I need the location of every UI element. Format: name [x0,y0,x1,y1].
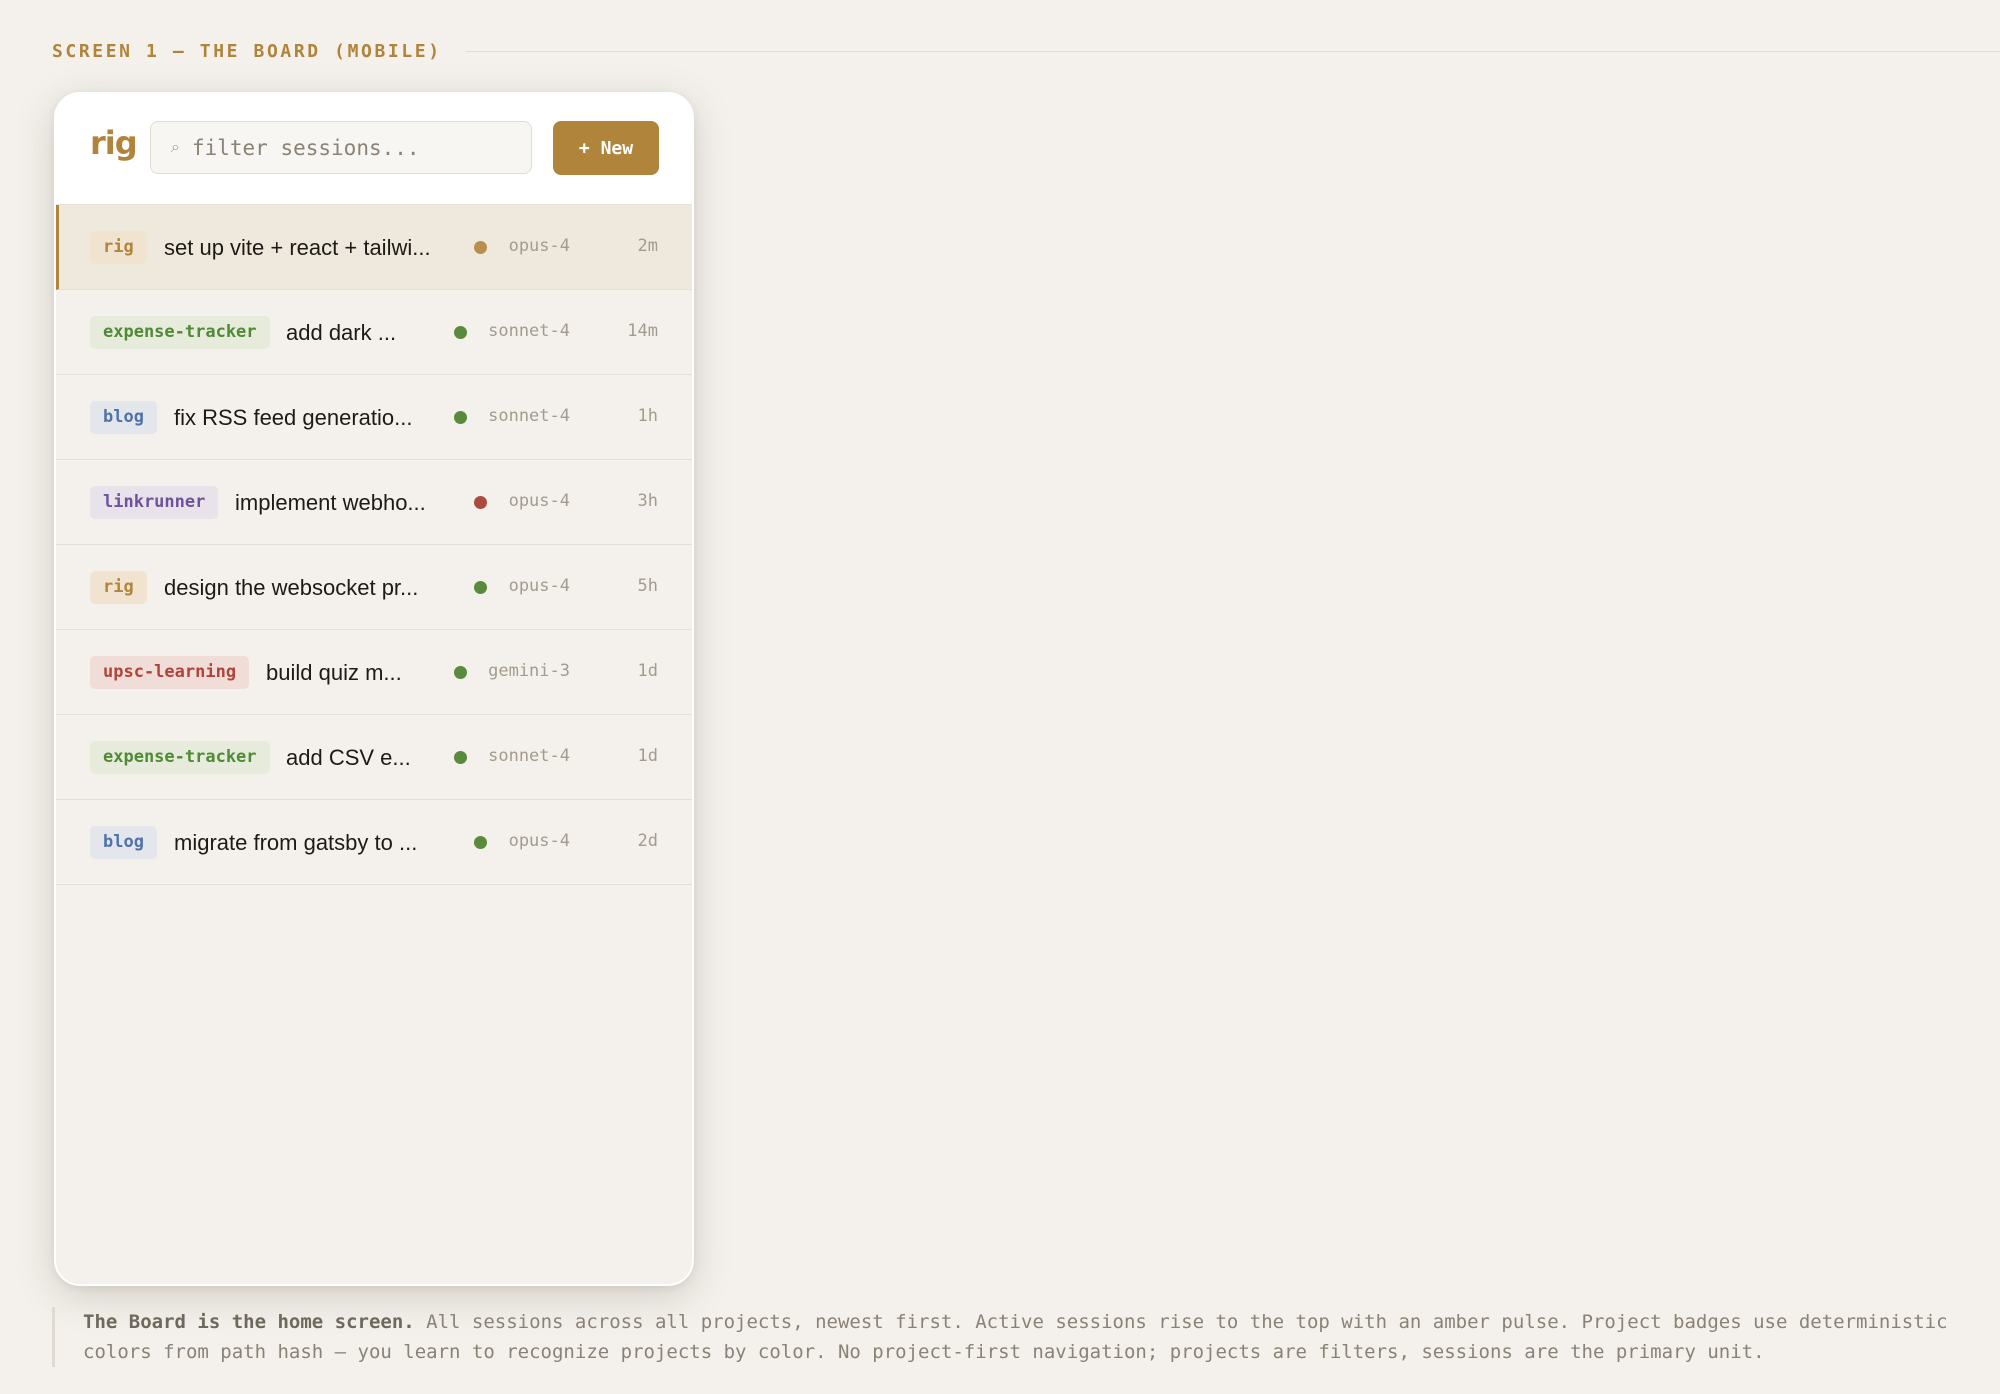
model-name: sonnet-4 [488,406,570,426]
caption-lead: The Board is the home screen. [83,1311,415,1333]
session-row[interactable]: linkrunner implement webho... opus-4 3h [56,460,692,545]
session-row[interactable]: upsc-learning build quiz m... gemini-3 1d [56,630,692,715]
status-dot-icon [454,411,467,424]
header-divider [465,50,2000,52]
session-age: 2d [637,831,658,851]
session-title: build quiz m... [266,660,402,685]
model-name: gemini-3 [488,661,570,681]
search-icon: ⌕ [171,138,180,156]
session-row[interactable]: rig design the websocket pr... opus-4 5h [56,545,692,630]
session-row[interactable]: expense-tracker add dark ... sonnet-4 14m [56,290,692,375]
session-title: migrate from gatsby to ... [174,830,418,855]
status-dot-icon [454,751,467,764]
model-name: sonnet-4 [488,746,570,766]
session-title: implement webho... [235,490,426,515]
session-age: 2m [637,236,658,256]
session-age: 14m [627,321,658,341]
search-input[interactable] [191,135,492,160]
session-age: 1d [637,746,658,766]
project-badge[interactable]: expense-tracker [90,741,270,774]
project-badge[interactable]: rig [90,231,147,264]
project-badge[interactable]: blog [90,401,157,434]
project-badge[interactable]: rig [90,571,147,604]
project-badge[interactable]: blog [90,826,157,859]
status-dot-icon [454,666,467,679]
session-row[interactable]: expense-tracker add CSV e... sonnet-4 1d [56,715,692,800]
status-dot-icon [474,836,487,849]
session-row[interactable]: blog migrate from gatsby to ... opus-4 2d [56,800,692,885]
status-dot-icon [474,241,487,254]
search-box[interactable]: ⌕ [150,121,532,174]
session-age: 1h [637,406,658,426]
session-age: 5h [637,576,658,596]
top-bar: rig ⌕ + New [56,94,692,205]
session-title: design the websocket pr... [164,575,419,600]
model-name: sonnet-4 [488,321,570,341]
model-name: opus-4 [508,491,570,511]
session-title: set up vite + react + tailwi... [164,235,431,260]
status-dot-icon [474,496,487,509]
model-name: opus-4 [508,236,570,256]
screen-caption: The Board is the home screen. All sessio… [52,1307,1952,1367]
screen-label: SCREEN 1 — THE BOARD (MOBILE) [52,40,442,62]
status-dot-icon [454,326,467,339]
session-age: 3h [637,491,658,511]
new-session-button[interactable]: + New [553,121,659,175]
screen-header: SCREEN 1 — THE BOARD (MOBILE) [52,36,2000,66]
model-name: opus-4 [508,576,570,596]
session-title: add CSV e... [286,745,411,770]
app-logo: rig [90,124,138,162]
project-badge[interactable]: upsc-learning [90,656,250,689]
project-badge[interactable]: expense-tracker [90,316,270,349]
project-badge[interactable]: linkrunner [90,486,219,519]
session-row[interactable]: rig set up vite + react + tailwi... opus-4… [56,205,692,290]
phone-frame: rig ⌕ + New rig set up vite + react + tai… [54,92,694,1286]
session-title: fix RSS feed generatio... [174,405,413,430]
session-age: 1d [637,661,658,681]
session-row[interactable]: blog fix RSS feed generatio... sonnet-4 1h [56,375,692,460]
status-dot-icon [474,581,487,594]
model-name: opus-4 [508,831,570,851]
session-title: add dark ... [286,320,397,345]
session-list: rig set up vite + react + tailwi... opus-4… [56,205,692,885]
